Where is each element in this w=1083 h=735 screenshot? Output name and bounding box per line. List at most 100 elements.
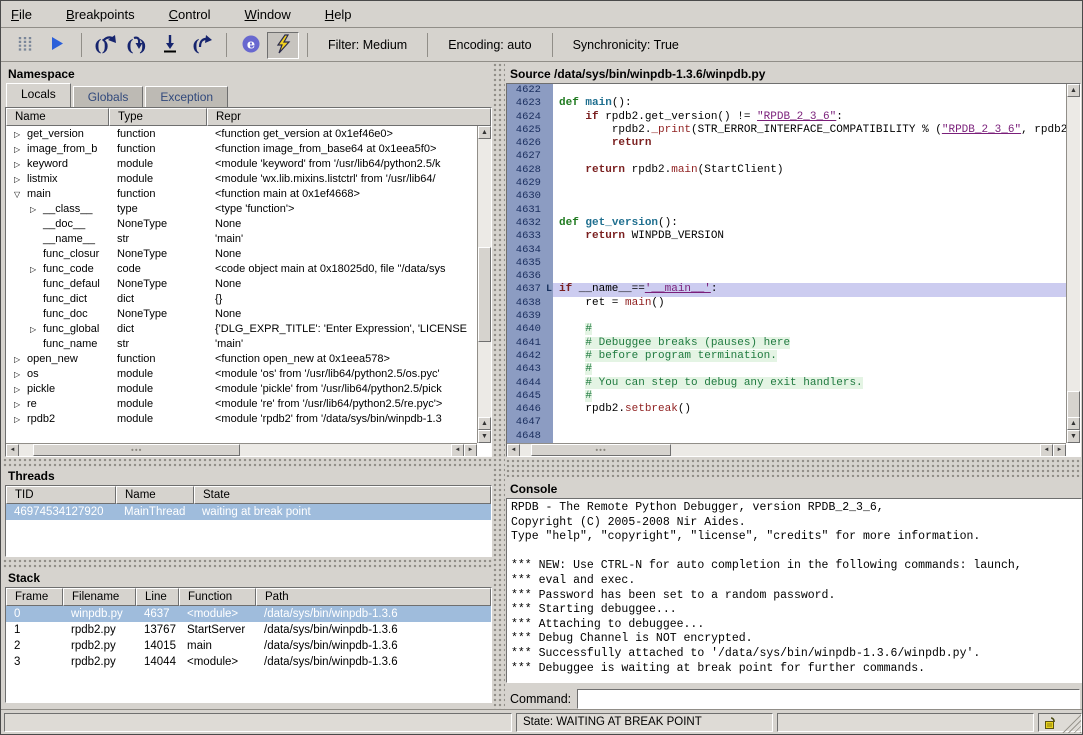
tree-row[interactable]: func_docNoneTypeNone (6, 306, 477, 321)
tab-locals[interactable]: Locals (6, 83, 71, 108)
column-header-state[interactable]: State (194, 486, 491, 504)
tree-row[interactable]: func_namestr'main' (6, 336, 477, 351)
source-console-splitter[interactable] (506, 459, 1082, 477)
tree-row[interactable]: ▷picklemodule<module 'pickle' from '/usr… (6, 381, 477, 396)
scroll-up-arrow[interactable]: ▲ (478, 126, 491, 139)
tree-row[interactable]: ▷rpdb2module<module 'rpdb2' from '/data/… (6, 411, 477, 426)
tree-row[interactable]: ▷get_versionfunction<function get_versio… (6, 126, 477, 141)
collapsed-arrow-icon[interactable]: ▷ (14, 385, 27, 394)
scroll-down-arrow[interactable]: ▼ (478, 430, 491, 443)
tree-row[interactable]: ▽mainfunction<function main at 0x1ef4668… (6, 186, 477, 201)
tree-row[interactable]: ▷remodule<module 're' from '/usr/lib64/p… (6, 396, 477, 411)
tree-row[interactable]: ▷__class__type<type 'function'> (6, 201, 477, 216)
scroll-thumb[interactable] (478, 247, 491, 342)
tree-row[interactable]: ▷image_from_bfunction<function image_fro… (6, 141, 477, 156)
tree-row[interactable]: ▷open_newfunction<function open_new at 0… (6, 351, 477, 366)
console-output: RPDB - The Remote Python Debugger, versi… (506, 498, 1082, 683)
column-header-repr[interactable]: Repr (207, 108, 491, 126)
table-row[interactable]: 3rpdb2.py14044<module>/data/sys/bin/winp… (6, 654, 491, 670)
scroll-up-arrow[interactable]: ▲ (1067, 417, 1080, 430)
scroll-up-arrow[interactable]: ▲ (1067, 84, 1080, 97)
step-out-button[interactable]: ( (186, 32, 218, 59)
tab-exception[interactable]: Exception (145, 86, 228, 108)
scroll-up-arrow[interactable]: ▲ (478, 417, 491, 430)
column-header-type[interactable]: Type (109, 108, 207, 126)
column-header-line[interactable]: Line (136, 588, 179, 606)
tree-row[interactable]: __doc__NoneTypeNone (6, 216, 477, 231)
collapsed-arrow-icon[interactable]: ▷ (14, 400, 27, 409)
column-header-tid[interactable]: TID (6, 486, 116, 504)
collapsed-arrow-icon[interactable]: ▷ (14, 175, 27, 184)
namespace-hscrollbar[interactable]: ◄•••◄► (6, 443, 477, 456)
tree-row[interactable]: func_defaulNoneTypeNone (6, 276, 477, 291)
collapsed-arrow-icon[interactable]: ▷ (30, 265, 43, 274)
break-button[interactable] (9, 32, 41, 59)
scroll-thumb[interactable]: ••• (33, 444, 240, 456)
tree-row[interactable]: ▷osmodule<module 'os' from '/usr/lib64/p… (6, 366, 477, 381)
tree-row[interactable]: func_closurNoneTypeNone (6, 246, 477, 261)
line-number: 4628 (507, 164, 553, 177)
scroll-left-arrow[interactable]: ◄ (1040, 444, 1053, 457)
table-cell: /data/sys/bin/winpdb-1.3.6 (256, 608, 491, 620)
menu-window[interactable]: Window (245, 7, 291, 22)
scroll-left-arrow[interactable]: ◄ (507, 444, 520, 457)
source-title: Source /data/sys/bin/winpdb-1.3.6/winpdb… (510, 67, 765, 81)
menu-help[interactable]: Help (325, 7, 352, 22)
table-row[interactable]: 1rpdb2.py13767StartServer/data/sys/bin/w… (6, 622, 491, 638)
threads-stack-splitter[interactable] (3, 559, 493, 569)
step-into-button[interactable]: ( ) (122, 32, 154, 59)
column-header-path[interactable]: Path (256, 588, 491, 606)
tree-row[interactable]: func_dictdict{} (6, 291, 477, 306)
command-input[interactable] (577, 689, 1080, 709)
column-header-filename[interactable]: Filename (63, 588, 136, 606)
collapsed-arrow-icon[interactable]: ▷ (14, 145, 27, 154)
collapsed-arrow-icon[interactable]: ▷ (14, 130, 27, 139)
analyze-button[interactable] (267, 32, 299, 59)
tree-repr-cell: None (207, 248, 477, 260)
scroll-right-arrow[interactable]: ► (1053, 444, 1066, 457)
tree-row[interactable]: ▷keywordmodule<module 'keyword' from '/u… (6, 156, 477, 171)
expanded-arrow-icon[interactable]: ▽ (14, 190, 27, 199)
tree-type-cell: dict (109, 323, 207, 335)
tree-row[interactable]: ▷func_codecode<code object main at 0x180… (6, 261, 477, 276)
step-over-button[interactable]: () (90, 32, 122, 59)
column-header-name[interactable]: Name (116, 486, 194, 504)
collapsed-arrow-icon[interactable]: ▷ (30, 205, 43, 214)
source-line: 4631 (507, 204, 1066, 217)
code-text: def main(): (553, 97, 1066, 110)
scroll-left-arrow[interactable]: ◄ (6, 444, 19, 457)
menu-control[interactable]: Control (169, 7, 211, 22)
scroll-left-arrow[interactable]: ◄ (451, 444, 464, 457)
collapsed-arrow-icon[interactable]: ▷ (14, 415, 27, 424)
scroll-right-arrow[interactable]: ► (464, 444, 477, 457)
line-number: 4640 (507, 323, 553, 336)
collapsed-arrow-icon[interactable]: ▷ (14, 370, 27, 379)
console-line: Type "help", "copyright", "license", "cr… (511, 530, 1081, 545)
source-hscrollbar[interactable]: ◄•••◄► (507, 443, 1066, 456)
main-vertical-splitter[interactable] (493, 63, 505, 709)
goto-line-button[interactable] (154, 32, 186, 59)
column-header-function[interactable]: Function (179, 588, 256, 606)
namespace-vscrollbar[interactable]: ▲▲▼ (477, 126, 491, 443)
collapsed-arrow-icon[interactable]: ▷ (14, 355, 27, 364)
collapsed-arrow-icon[interactable]: ▷ (14, 160, 27, 169)
column-header-name[interactable]: Name (6, 108, 109, 126)
tree-row[interactable]: ▷listmixmodule<module 'wx.lib.mixins.lis… (6, 171, 477, 186)
table-row[interactable]: 46974534127920MainThreadwaiting at break… (6, 504, 491, 520)
scroll-down-arrow[interactable]: ▼ (1067, 430, 1080, 443)
tab-globals[interactable]: Globals (73, 86, 144, 108)
table-row[interactable]: 0winpdb.py4637<module>/data/sys/bin/winp… (6, 606, 491, 622)
collapsed-arrow-icon[interactable]: ▷ (30, 325, 43, 334)
source-editor[interactable]: 46224623def main():4624 if rpdb2.get_ver… (506, 83, 1081, 457)
go-button[interactable] (41, 32, 73, 59)
tree-row[interactable]: ▷func_globaldict{'DLG_EXPR_TITLE': 'Ente… (6, 321, 477, 336)
encoding-button[interactable]: e (235, 32, 267, 59)
menu-file[interactable]: File (11, 7, 32, 22)
tree-row[interactable]: __name__str'main' (6, 231, 477, 246)
namespace-threads-splitter[interactable] (3, 458, 493, 468)
table-row[interactable]: 2rpdb2.py14015main/data/sys/bin/winpdb-1… (6, 638, 491, 654)
scroll-thumb[interactable]: ••• (531, 444, 671, 456)
column-header-frame[interactable]: Frame (6, 588, 63, 606)
menu-breakpoints[interactable]: Breakpoints (66, 7, 135, 22)
source-vscrollbar[interactable]: ▲▲▼ (1066, 84, 1080, 443)
